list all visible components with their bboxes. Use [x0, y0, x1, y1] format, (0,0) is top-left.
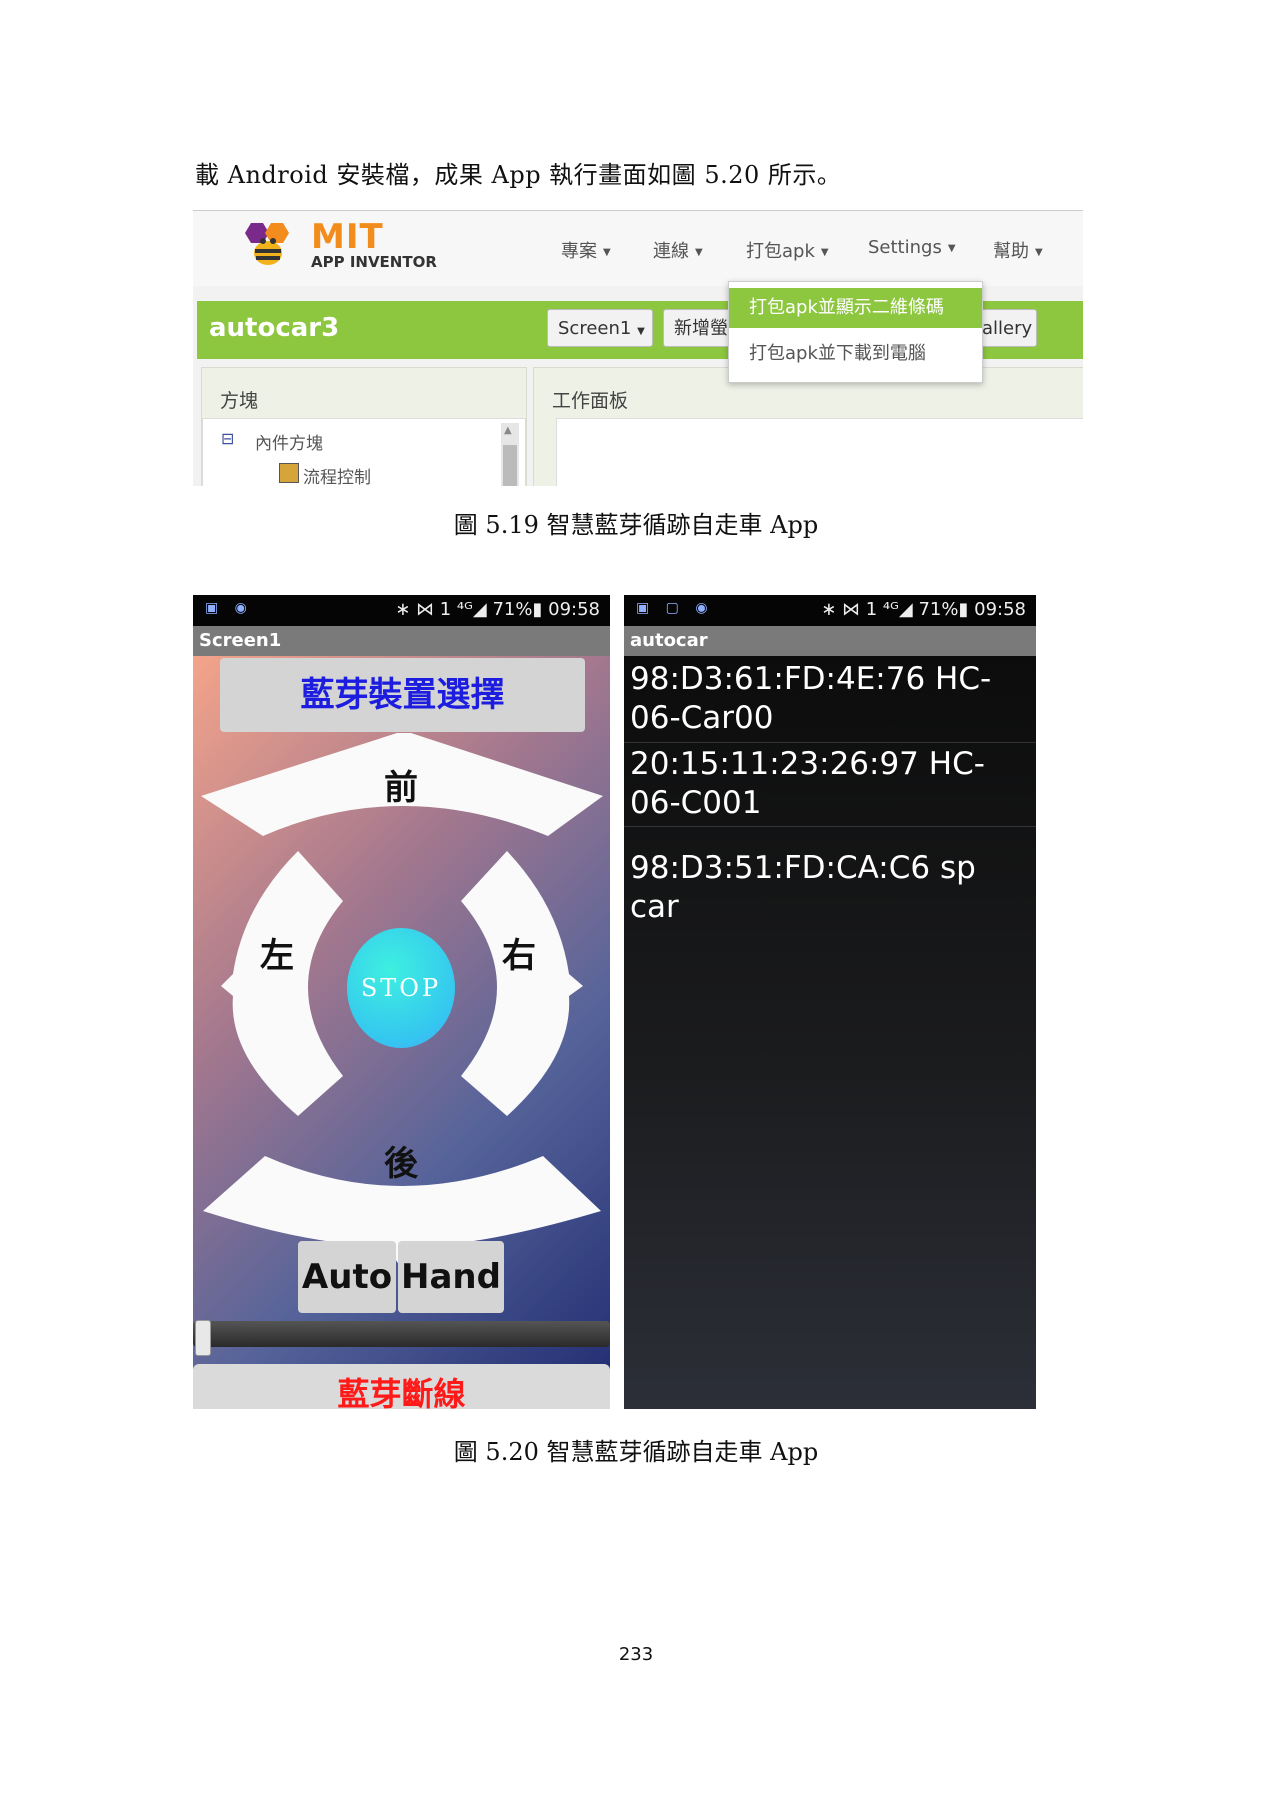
app-inventor-header: MIT APP INVENTOR 專案 ▼ 連線 ▼ 打包apk ▼ Settings…: [193, 211, 1083, 286]
right-arrow-icon[interactable]: [461, 851, 583, 1116]
status-bar: ▣ ▢ ◉ ∗ ⋈ 1 ⁴ᴳ◢ 71%▮ 09:58: [624, 595, 1036, 626]
left-label: 左: [260, 936, 294, 976]
gallery-button[interactable]: allery: [977, 309, 1037, 347]
menu-help[interactable]: 幫助 ▼: [993, 237, 1043, 263]
caret-down-icon: ▼: [1035, 246, 1043, 258]
caret-down-icon: ▼: [603, 246, 611, 258]
screen-title: autocar: [624, 626, 1036, 656]
menu-project[interactable]: 專案 ▼: [561, 237, 611, 263]
status-info: ∗ ⋈ 1 ⁴ᴳ◢ 71%▮ 09:58: [821, 599, 1026, 620]
build-dropdown-menu: 打包apk並顯示二維條碼 打包apk並下載到電腦: [728, 281, 983, 383]
bee-logo-icon: [245, 223, 289, 265]
stop-button[interactable]: STOP: [347, 928, 455, 1048]
caret-down-icon: ▼: [820, 246, 829, 258]
scrollbar[interactable]: ▲: [501, 423, 519, 486]
right-label: 右: [502, 936, 536, 976]
forward-label: 前: [384, 768, 418, 808]
phone-device-list-screen: ▣ ▢ ◉ ∗ ⋈ 1 ⁴ᴳ◢ 71%▮ 09:58 autocar 98:D3…: [624, 595, 1036, 1409]
speed-slider-thumb[interactable]: [195, 1320, 211, 1356]
caret-down-icon: ▼: [947, 242, 956, 254]
page-number: 233: [618, 1644, 654, 1665]
figure-caption-5-19: 圖 5.19 智慧藍芽循跡自走車 App: [453, 511, 819, 539]
intro-paragraph: 載 Android 安裝檔，成果 App 執行畫面如圖 5.20 所示。: [195, 161, 842, 189]
project-name: autocar3: [209, 313, 340, 343]
blocks-panel-title: 方塊: [220, 390, 259, 412]
device-list: 98:D3:61:FD:4E:76 HC-06-Car00 20:15:11:2…: [624, 656, 1036, 1409]
device-list-item[interactable]: 98:D3:61:FD:4E:76 HC-06-Car00: [630, 660, 1030, 738]
back-label: 後: [384, 1144, 418, 1184]
hand-mode-button[interactable]: Hand: [398, 1241, 504, 1313]
left-arrow-icon[interactable]: [221, 851, 343, 1116]
build-download-item[interactable]: 打包apk並下載到電腦: [729, 334, 982, 374]
scroll-up-icon[interactable]: ▲: [504, 425, 512, 436]
viewer-area[interactable]: [556, 418, 1083, 486]
app-inventor-screenshot: MIT APP INVENTOR 專案 ▼ 連線 ▼ 打包apk ▼ Settings…: [193, 210, 1083, 486]
blocks-panel: 方塊 ⊟ 內件方塊 流程控制 ▲: [201, 367, 527, 486]
collapse-icon[interactable]: ⊟: [221, 429, 234, 448]
blocks-tree: ⊟ 內件方塊 流程控制 ▲: [202, 418, 526, 486]
add-screen-button[interactable]: 新增螢: [663, 309, 733, 347]
control-block-label[interactable]: 流程控制: [303, 463, 371, 486]
controller-background: 藍芽裝置選擇 前 左 右 後 STOP Auto Hand 藍芽斷線: [193, 656, 610, 1409]
build-show-qr-item[interactable]: 打包apk並顯示二維條碼: [729, 288, 982, 328]
list-divider: [624, 742, 1036, 743]
device-list-item[interactable]: 20:15:11:23:26:97 HC-06-C001: [630, 745, 1030, 823]
menu-connect[interactable]: 連線 ▼: [653, 237, 703, 263]
device-list-item[interactable]: 98:D3:51:FD:CA:C6 sp car: [630, 849, 1030, 927]
menu-settings[interactable]: Settings ▼: [868, 237, 956, 258]
viewer-panel-title: 工作面板: [552, 390, 629, 412]
menu-build[interactable]: 打包apk ▼: [746, 237, 829, 263]
speed-slider[interactable]: [193, 1321, 610, 1347]
logo-subtitle: APP INVENTOR: [311, 253, 437, 271]
notification-icons: ▣ ▢ ◉: [636, 600, 714, 616]
list-divider: [624, 826, 1036, 827]
status-info: ∗ ⋈ 1 ⁴ᴳ◢ 71%▮ 09:58: [395, 599, 600, 620]
caret-down-icon: ▼: [695, 246, 703, 258]
caret-down-icon: ▼: [637, 326, 645, 337]
figure-caption-5-20: 圖 5.20 智慧藍芽循跡自走車 App: [453, 1438, 819, 1466]
scrollbar-thumb[interactable]: [503, 445, 517, 486]
screen-title: Screen1: [193, 626, 610, 656]
status-bar: ▣ ◉ ∗ ⋈ 1 ⁴ᴳ◢ 71%▮ 09:58: [193, 595, 610, 626]
viewer-panel: 工作面板: [533, 367, 1083, 486]
screen-select-button[interactable]: Screen1 ▼: [547, 309, 653, 347]
notification-icons: ▣ ◉: [205, 600, 253, 616]
phone-controller-screen: ▣ ◉ ∗ ⋈ 1 ⁴ᴳ◢ 71%▮ 09:58 Screen1 藍芽裝置選擇 …: [193, 595, 610, 1409]
control-block-swatch-icon: [279, 463, 299, 483]
bluetooth-disconnect-button[interactable]: 藍芽斷線: [193, 1364, 610, 1409]
builtin-blocks-label[interactable]: 內件方塊: [255, 429, 323, 454]
auto-mode-button[interactable]: Auto: [298, 1241, 396, 1313]
logo-text: MIT: [311, 217, 384, 257]
